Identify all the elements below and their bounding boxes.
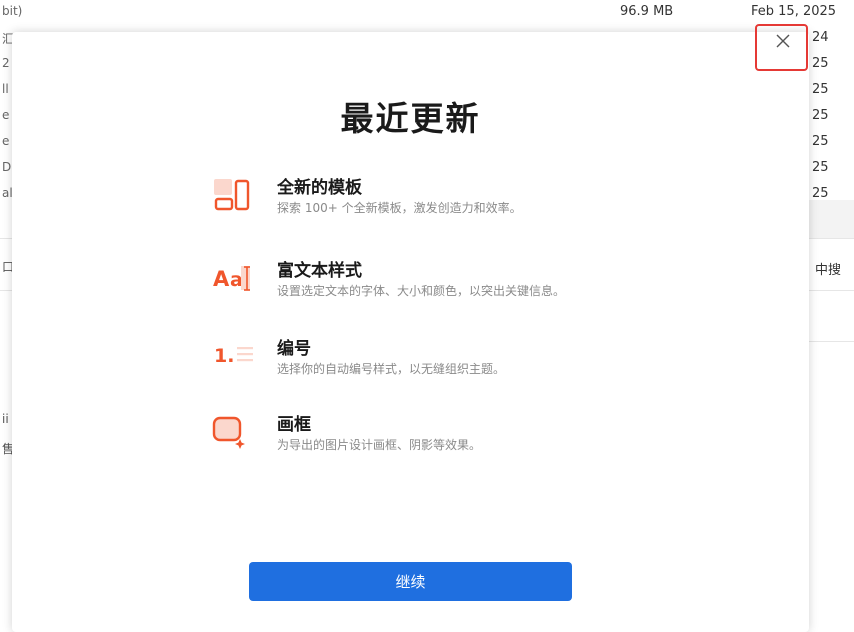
- feature-description: 探索 100+ 个全新模板，激发创造力和效率。: [277, 201, 522, 215]
- file-name-fragment: bit): [2, 4, 23, 18]
- file-name-fragment: e: [2, 108, 10, 122]
- feature-description: 选择你的自动编号样式，以无缝组织主题。: [277, 362, 506, 376]
- svg-text:1.: 1.: [214, 345, 234, 367]
- file-name-fragment: e: [2, 134, 10, 148]
- file-name-fragment: D: [2, 160, 12, 174]
- feature-title: 富文本样式: [277, 261, 362, 281]
- svg-text:a: a: [230, 269, 243, 291]
- file-size: 96.9 MB: [620, 4, 674, 19]
- feature-title: 全新的模板: [277, 178, 362, 198]
- feature-item-rich-text: A a 富文本样式 设置选定文本的字体、大小和颜色，以突出关键信息。: [212, 260, 732, 310]
- svg-text:A: A: [213, 267, 230, 291]
- rich-text-icon: A a: [212, 260, 256, 300]
- file-date: 25: [812, 108, 829, 123]
- background-panel-band: [808, 200, 854, 238]
- feature-item-numbering: 1. 编号 选择你的自动编号样式，以无缝组织主题。: [212, 338, 732, 388]
- frame-icon: [212, 414, 256, 454]
- continue-button[interactable]: 继续: [249, 562, 572, 601]
- file-date: 25: [812, 160, 829, 175]
- feature-item-frame: 画框 为导出的图片设计画框、阴影等效果。: [212, 414, 732, 464]
- background-fragment: ii: [2, 412, 9, 426]
- feature-item-templates: 全新的模板 探索 100+ 个全新模板，激发创造力和效率。: [212, 177, 732, 227]
- whats-new-dialog: 最近更新 全新的模板 探索 100+ 个全新模板，激发创造力和效率。 A a 富…: [12, 32, 809, 632]
- file-date: Feb 15, 2025: [751, 4, 837, 19]
- divider: [808, 341, 854, 342]
- feature-description: 为导出的图片设计画框、阴影等效果。: [277, 438, 482, 452]
- dialog-title: 最近更新: [340, 99, 481, 138]
- close-icon: [776, 34, 790, 48]
- close-button[interactable]: [755, 24, 808, 71]
- file-date: 25: [812, 56, 829, 71]
- file-name-fragment: 2: [2, 56, 10, 70]
- feature-title: 编号: [277, 339, 311, 359]
- template-icon: [212, 177, 256, 217]
- numbering-icon: 1.: [212, 338, 256, 378]
- feature-description: 设置选定文本的字体、大小和颜色，以突出关键信息。: [277, 284, 566, 298]
- file-date: 25: [812, 134, 829, 149]
- file-date: 25: [812, 82, 829, 97]
- background-label: 中搜: [815, 263, 842, 278]
- file-date: 25: [812, 186, 829, 201]
- file-name-fragment: ll: [2, 82, 9, 96]
- file-date: 24: [812, 30, 829, 45]
- file-row[interactable]: bit) 96.9 MB Feb 15, 2025: [0, 0, 854, 26]
- feature-title: 画框: [277, 415, 311, 435]
